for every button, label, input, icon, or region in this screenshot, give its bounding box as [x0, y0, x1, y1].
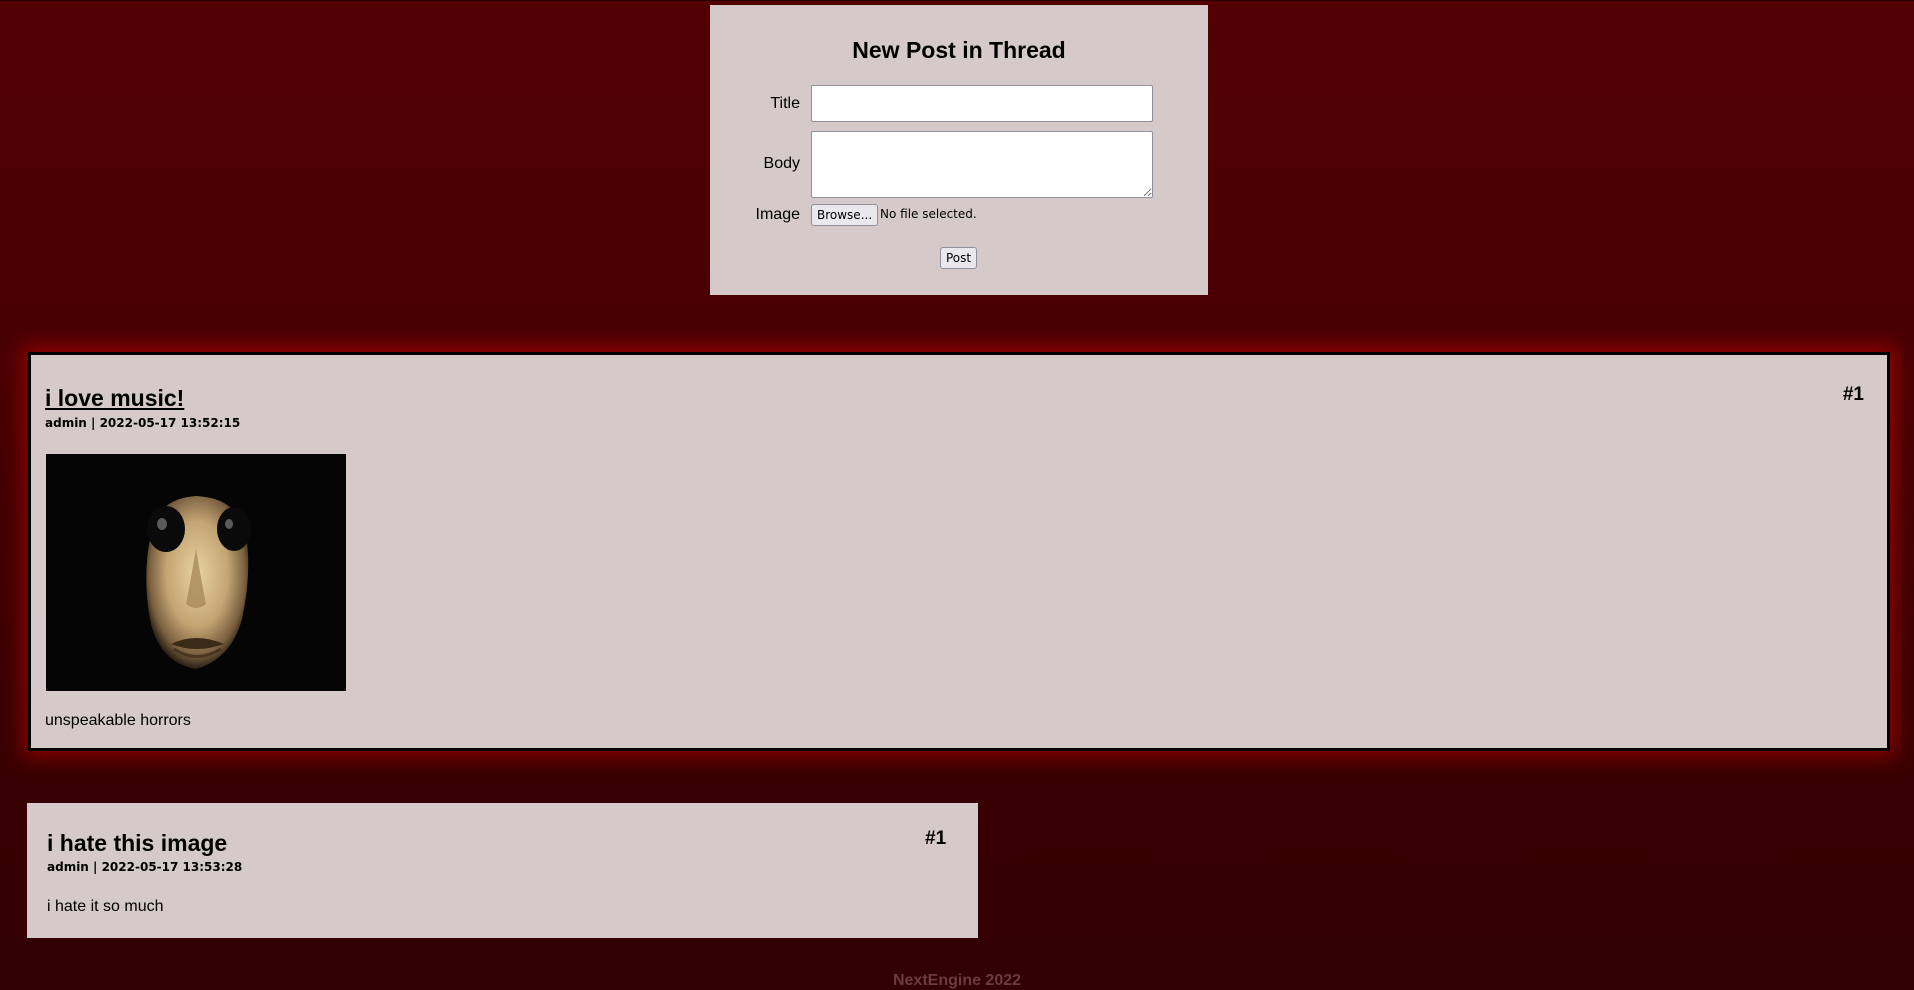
image-label: Image	[755, 206, 800, 223]
post-image[interactable]	[46, 454, 346, 691]
post-meta: admin | 2022-05-17 13:52:15	[45, 416, 241, 430]
top-border	[0, 0, 1914, 1]
face-image	[46, 454, 346, 691]
post-number: #1	[925, 828, 947, 849]
post-number: #1	[1842, 384, 1864, 405]
post-card: i hate this image admin | 2022-05-17 13:…	[27, 803, 978, 938]
body-label: Body	[763, 155, 800, 172]
post-button[interactable]: Post	[940, 247, 978, 269]
post-body: i hate it so much	[47, 898, 164, 915]
title-label: Title	[770, 95, 800, 112]
post-card: i love music! admin | 2022-05-17 13:52:1…	[28, 352, 1890, 751]
file-status: No file selected.	[880, 207, 977, 221]
footer-text: NextEngine 2022	[892, 972, 1022, 989]
post-title-link[interactable]: i love music!	[45, 385, 184, 412]
post-meta: admin | 2022-05-17 13:53:28	[47, 860, 243, 874]
browse-button[interactable]: Browse...	[811, 204, 879, 226]
post-body: unspeakable horrors	[45, 712, 191, 729]
new-post-form: New Post in Thread Title Body Image Brow…	[710, 5, 1208, 295]
form-heading: New Post in Thread	[852, 37, 1066, 63]
title-input[interactable]	[811, 85, 1153, 122]
post-title: i hate this image	[47, 830, 228, 856]
body-textarea[interactable]	[811, 131, 1153, 198]
